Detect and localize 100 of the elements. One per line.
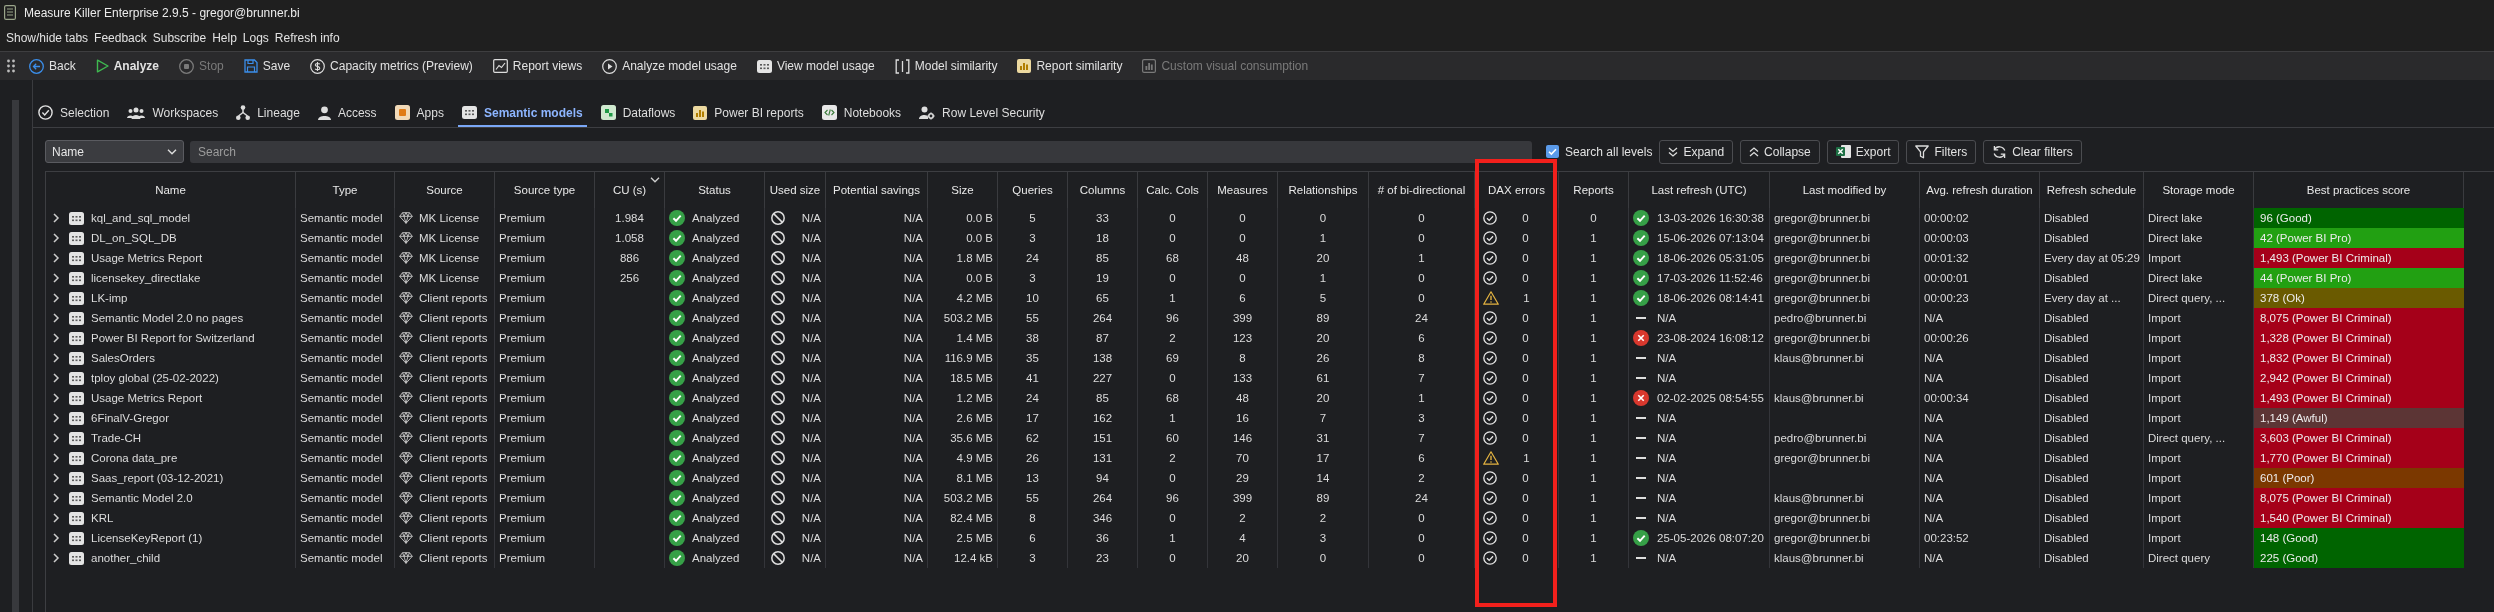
menu-item[interactable]: Show/hide tabs: [6, 31, 89, 45]
column-header[interactable]: Last modified by: [1770, 172, 1920, 208]
chevron-right-icon[interactable]: [52, 473, 60, 483]
chevron-right-icon[interactable]: [52, 513, 60, 523]
filled-check-icon: [669, 210, 685, 226]
chevron-right-icon[interactable]: [52, 353, 60, 363]
toolbar-button[interactable]: Save: [239, 55, 295, 77]
checkbox-label[interactable]: Search all levels: [1565, 144, 1653, 159]
column-header[interactable]: Type: [296, 172, 395, 208]
toolbar-button[interactable]: Back: [25, 55, 80, 77]
column-header[interactable]: Source type: [495, 172, 595, 208]
menu-item[interactable]: Logs: [242, 31, 269, 45]
prohibited-icon: [771, 351, 785, 365]
toolbar-button[interactable]: Model similarity: [890, 55, 1002, 77]
size-value: 1.4 MB: [928, 328, 998, 348]
chevron-right-icon[interactable]: [52, 533, 60, 543]
toolbar-button[interactable]: Collapse: [1740, 139, 1820, 164]
chevron-right-icon[interactable]: [52, 253, 60, 263]
search-field[interactable]: Search: [190, 140, 1532, 163]
dax-error-count: 0: [1522, 332, 1529, 344]
menu-item[interactable]: Subscribe: [152, 31, 207, 45]
chevron-right-icon[interactable]: [52, 333, 60, 343]
column-header[interactable]: Storage mode: [2144, 172, 2254, 208]
column-header[interactable]: # of bi-directional: [1369, 172, 1475, 208]
toolbar-button[interactable]: Clear filters: [1983, 139, 2082, 164]
tab[interactable]: Lineage: [232, 100, 304, 127]
chevron-right-icon[interactable]: [52, 233, 60, 243]
tab[interactable]: Row Level Security: [915, 100, 1049, 127]
column-header[interactable]: CU (s): [595, 172, 665, 208]
column-header[interactable]: Name: [46, 172, 296, 208]
column-header[interactable]: Queries: [998, 172, 1068, 208]
prohibited-icon: [771, 471, 785, 485]
tab[interactable]: Dataflows: [596, 100, 680, 127]
column-header[interactable]: Used size: [765, 172, 826, 208]
savings-value: N/A: [826, 448, 928, 468]
tab[interactable]: Power BI reports: [689, 100, 808, 127]
toolbar-button[interactable]: Report views: [488, 55, 587, 77]
menu-item[interactable]: Feedback: [94, 31, 147, 45]
column-header[interactable]: Size: [928, 172, 998, 208]
tab[interactable]: Notebooks: [817, 100, 906, 127]
chevron-right-icon[interactable]: [52, 553, 60, 563]
refresh-time: 23-08-2024 16:08:12: [1657, 332, 1764, 344]
toolbar-button[interactable]: Capacity metrics (Preview): [306, 55, 477, 77]
chevron-right-icon[interactable]: [52, 493, 60, 503]
double-chevron-down-icon: [1668, 146, 1679, 157]
model-name: LK-imp: [91, 292, 128, 304]
source-name: Client reports: [419, 532, 488, 544]
refresh-time: N/A: [1657, 472, 1677, 484]
menu-item[interactable]: Refresh info: [274, 31, 340, 45]
used-size-value: N/A: [801, 552, 821, 564]
column-header[interactable]: DAX errors: [1475, 172, 1559, 208]
refresh-duration: N/A: [1920, 448, 2040, 468]
toolbar-button[interactable]: Export: [1826, 139, 1900, 164]
toolbar-button[interactable]: Analyze model usage: [598, 55, 741, 77]
column-header[interactable]: Status: [665, 172, 765, 208]
chevron-right-icon[interactable]: [52, 273, 60, 283]
tab[interactable]: Semantic models: [457, 100, 587, 127]
column-header[interactable]: Refresh schedule: [2040, 172, 2144, 208]
status-text: Analyzed: [692, 272, 740, 284]
chevron-right-icon[interactable]: [52, 313, 60, 323]
toolbar-button[interactable]: Filters: [1906, 139, 1977, 164]
check-circle-icon: [38, 105, 53, 120]
score-cell: 1,540 (Power BI Criminal): [2254, 508, 2464, 528]
savings-value: N/A: [826, 488, 928, 508]
status-text: Analyzed: [692, 412, 740, 424]
chevron-right-icon[interactable]: [52, 433, 60, 443]
toolbar-button[interactable]: Analyze: [91, 55, 164, 77]
chevron-right-icon[interactable]: [52, 393, 60, 403]
chevron-right-icon[interactable]: [52, 293, 60, 303]
tab[interactable]: Workspaces: [123, 100, 223, 127]
toolbar-button[interactable]: Expand: [1659, 139, 1734, 164]
column-header[interactable]: Columns: [1068, 172, 1138, 208]
chevron-right-icon[interactable]: [52, 413, 60, 423]
tab[interactable]: Access: [313, 100, 381, 127]
column-header[interactable]: Measures: [1208, 172, 1278, 208]
status-text: Analyzed: [692, 452, 740, 464]
column-header[interactable]: Potential savings: [826, 172, 928, 208]
chevron-right-icon[interactable]: [52, 373, 60, 383]
size-value: 4.9 MB: [928, 448, 998, 468]
bidirectional-count: 8: [1369, 348, 1475, 368]
column-header[interactable]: Avg. refresh duration: [1920, 172, 2040, 208]
toolbar-button[interactable]: View model usage: [752, 55, 879, 77]
chevron-right-icon[interactable]: [52, 213, 60, 223]
chevron-right-icon[interactable]: [52, 453, 60, 463]
column-header[interactable]: Calc. Cols: [1138, 172, 1208, 208]
toolbar-button[interactable]: Report similarity: [1013, 55, 1127, 77]
column-header[interactable]: Reports: [1559, 172, 1629, 208]
column-header[interactable]: Source: [395, 172, 495, 208]
tab[interactable]: Selection: [34, 100, 114, 127]
filled-check-icon: [669, 310, 685, 326]
tab[interactable]: Apps: [390, 100, 448, 127]
field-dropdown[interactable]: Name: [45, 140, 184, 163]
column-header[interactable]: Relationships: [1278, 172, 1369, 208]
column-header[interactable]: Last refresh (UTC): [1629, 172, 1770, 208]
checkbox[interactable]: [1546, 145, 1559, 158]
savings-value: N/A: [826, 548, 928, 568]
used-size-value: N/A: [801, 512, 821, 524]
menu-item[interactable]: Help: [212, 31, 237, 45]
model-type: Semantic model: [296, 548, 395, 568]
refresh-duration: 00:23:52: [1920, 528, 2040, 548]
